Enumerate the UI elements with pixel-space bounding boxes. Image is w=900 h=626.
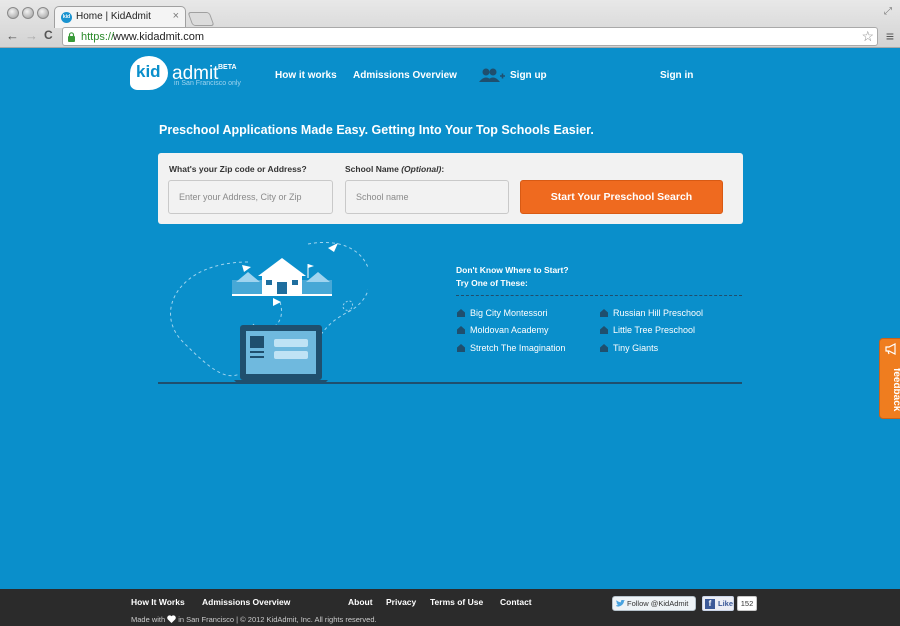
add-user-icon [479,68,505,82]
window-close-button[interactable] [7,7,19,19]
footer-privacy[interactable]: Privacy [386,597,416,607]
house-icon [457,326,465,334]
house-icon [457,309,465,317]
window-minimize-button[interactable] [22,7,34,19]
footer-terms[interactable]: Terms of Use [430,597,483,607]
facebook-like-label: Like [718,599,734,608]
twitter-follow-button[interactable]: Follow @KidAdmit [612,596,696,611]
school-link-label: Big City Montessori [470,308,548,318]
suggestions-title-line2: Try One of These: [456,278,528,288]
forward-arrow-icon[interactable]: → [25,28,38,43]
school-link-label: Little Tree Preschool [613,325,696,335]
ground-divider [158,382,742,384]
nav-admissions-overview[interactable]: Admissions Overview [353,70,457,81]
browser-menu-icon[interactable]: ≡ [886,28,894,44]
reload-icon[interactable]: C [44,28,53,42]
twitter-bird-icon [616,600,625,607]
bookmark-star-icon[interactable]: ☆ [861,28,874,45]
search-panel: What's your Zip code or Address? School … [158,153,743,224]
twitter-follow-label: Follow @KidAdmit [627,599,689,608]
school-label-colon: : [441,164,445,174]
back-arrow-icon[interactable]: ← [6,28,19,43]
footer-about[interactable]: About [348,597,373,607]
school-name-input[interactable] [345,180,509,214]
footer-admissions-overview[interactable]: Admissions Overview [202,597,290,607]
heart-icon [167,615,176,623]
school-link[interactable]: Moldovan Academy [456,325,549,335]
footer-how-it-works[interactable]: How It Works [131,597,185,607]
school-laptop-illustration [170,241,368,384]
browser-tab[interactable]: kid Home | KidAdmit × [54,6,186,28]
school-link[interactable]: Stretch The Imagination [456,343,565,353]
facebook-like-button[interactable]: f Like [702,596,734,611]
school-link[interactable]: Little Tree Preschool [599,325,695,335]
credit-before: Made with [131,615,166,624]
facebook-like-count: 152 [737,596,757,611]
feedback-label: feedback [891,368,900,412]
house-icon [600,309,608,317]
nav-how-it-works[interactable]: How it works [275,70,337,81]
credit-after: in San Francisco | © 2012 KidAdmit, Inc.… [178,615,377,624]
school-link[interactable]: Tiny Giants [599,343,658,353]
nav-sign-up[interactable]: Sign up [510,70,547,81]
facebook-icon: f [705,599,715,609]
logo-kid[interactable]: kid [136,62,161,82]
lock-icon [68,32,75,42]
school-name-label: School Name (Optional): [345,164,444,174]
new-tab-button[interactable] [187,12,215,26]
browser-chrome: kid Home | KidAdmit × ⤢ ← → C https:// w… [0,0,900,48]
tab-close-icon[interactable]: × [173,10,179,22]
start-search-button[interactable]: Start Your Preschool Search [520,180,723,214]
school-link-label: Russian Hill Preschool [613,308,704,318]
page-headline: Preschool Applications Made Easy. Gettin… [159,123,594,137]
window-zoom-button[interactable] [37,7,49,19]
school-link-label: Tiny Giants [613,343,659,353]
house-icon [600,344,608,352]
house-icon [457,344,465,352]
fullscreen-icon[interactable]: ⤢ [884,6,892,17]
suggestions-divider [456,295,742,296]
school-link-label: Moldovan Academy [470,325,549,335]
kidadmit-favicon-icon: kid [61,12,72,23]
school-link[interactable]: Russian Hill Preschool [599,308,703,318]
footer-contact[interactable]: Contact [500,597,532,607]
school-label-optional: (Optional) [401,164,442,174]
house-icon [600,326,608,334]
school-link-label: Stretch The Imagination [470,343,566,353]
url-scheme: https:// [81,31,115,43]
footer-credit: Made with in San Francisco | © 2012 KidAd… [131,615,377,624]
address-input[interactable] [168,180,333,214]
megaphone-icon [885,343,896,355]
school-label-main: School Name [345,164,402,174]
suggestions-title-line1: Don't Know Where to Start? [456,265,569,275]
nav-sign-in[interactable]: Sign in [660,70,693,81]
site-footer: How It Works Admissions Overview About P… [0,589,900,626]
feedback-tab[interactable]: feedback [879,338,900,419]
address-bar[interactable]: https:// www.kidadmit.com ☆ [62,27,878,46]
logo-beta-badge: BETA [218,64,237,71]
tab-title: Home | KidAdmit [76,11,151,22]
logo-tagline: in San Francisco only [174,80,241,87]
zip-label: What's your Zip code or Address? [169,164,307,174]
school-link[interactable]: Big City Montessori [456,308,548,318]
url-domain: www.kidadmit.com [113,31,205,43]
